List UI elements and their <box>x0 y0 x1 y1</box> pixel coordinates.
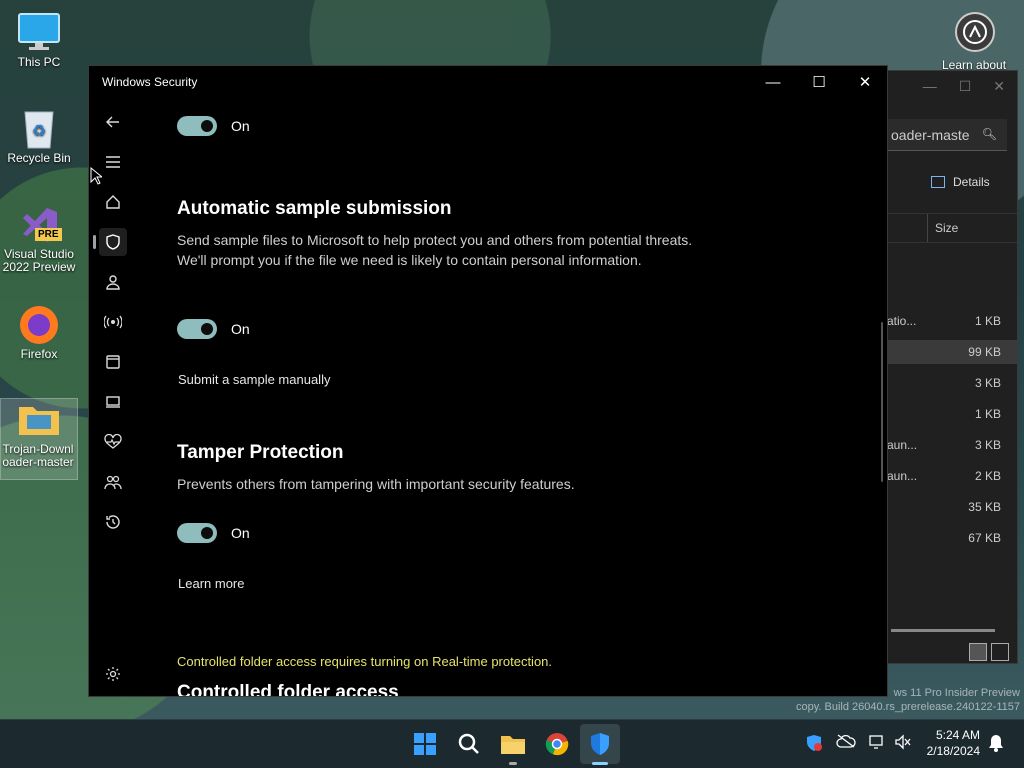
column-size[interactable]: Size <box>935 221 958 235</box>
desktop-icon-label: Recycle Bin <box>7 151 71 165</box>
column-header: Size <box>885 213 1017 243</box>
desktop-icon-recycle-bin[interactable]: ♻ Recycle Bin <box>1 108 77 165</box>
volume-muted-icon[interactable] <box>894 734 912 753</box>
desktop-icon-trojan-folder[interactable]: Trojan-Downloader-master <box>0 398 78 480</box>
maximize-button[interactable]: ☐ <box>796 66 842 98</box>
account-icon[interactable] <box>955 12 995 52</box>
details-label: Details <box>953 175 990 189</box>
settings-content: On Automatic sample submission Send samp… <box>177 98 857 696</box>
section-description: Prevents others from tampering with impo… <box>177 476 575 492</box>
family-options-icon[interactable] <box>99 468 127 496</box>
details-view-icon[interactable] <box>969 643 987 661</box>
file-row[interactable]: aun... 3 KB <box>885 433 1017 457</box>
file-row[interactable]: 1 KB <box>885 402 1017 426</box>
system-clock[interactable]: 5:24 AM 2/18/2024 <box>927 727 980 759</box>
mouse-cursor-icon <box>90 166 104 190</box>
desktop-icon-label: Visual Studio 2022 Preview <box>2 247 76 274</box>
window-title: Windows Security <box>102 75 198 89</box>
vertical-scrollbar[interactable] <box>881 322 883 482</box>
horizontal-scrollbar[interactable] <box>891 629 995 632</box>
svg-text:♻: ♻ <box>32 123 46 140</box>
home-icon[interactable] <box>99 188 127 216</box>
section-heading-auto-sample: Automatic sample submission <box>177 198 452 219</box>
details-pane-icon <box>931 176 945 188</box>
maximize-icon[interactable]: ☐ <box>959 78 972 95</box>
close-button[interactable]: ✕ <box>842 66 887 98</box>
windows-security-window[interactable]: Windows Security — ☐ ✕ On Automatic samp… <box>88 65 888 697</box>
hamburger-menu-icon[interactable] <box>99 148 127 176</box>
desktop-icon-label: Firefox <box>20 347 58 361</box>
windows-security-taskbar-icon[interactable] <box>580 724 620 764</box>
protection-history-icon[interactable] <box>99 508 127 536</box>
auto-sample-toggle[interactable] <box>177 319 217 339</box>
watermark-line: copy. Build 26040.rs_prerelease.240122-1… <box>795 701 1020 713</box>
section-heading-tamper: Tamper Protection <box>177 442 344 463</box>
desktop-icon-label: This PC <box>17 55 61 69</box>
device-performance-icon[interactable] <box>99 428 127 456</box>
network-icon[interactable] <box>868 734 886 753</box>
close-icon[interactable]: ✕ <box>993 78 1005 95</box>
view-toggle <box>969 643 1009 661</box>
minimize-icon[interactable]: — <box>923 78 937 94</box>
file-explorer-window[interactable]: — ☐ ✕ oader-maste 🔍︎ Details Size atio..… <box>884 70 1018 664</box>
file-row[interactable]: 35 KB <box>885 495 1017 519</box>
folder-icon <box>17 399 61 439</box>
learn-more-link[interactable]: Learn more <box>178 576 244 591</box>
file-row[interactable]: aun... 2 KB <box>885 464 1017 488</box>
network-icon[interactable] <box>99 308 127 336</box>
details-button[interactable]: Details <box>931 175 990 189</box>
shield-icon[interactable] <box>93 228 127 256</box>
file-row[interactable]: atio... 1 KB <box>885 309 1017 333</box>
file-row[interactable]: 67 KB <box>885 526 1017 550</box>
explorer-search-input[interactable]: oader-maste 🔍︎ <box>885 119 1007 151</box>
search-text: oader-maste <box>891 126 970 143</box>
defender-tray-icon[interactable] <box>805 734 823 755</box>
toggle-state: On <box>231 321 250 337</box>
settings-gear-icon[interactable] <box>99 660 127 688</box>
cloud-protection-toggle[interactable] <box>177 116 217 136</box>
visual-studio-icon: PRE <box>17 204 62 244</box>
section-description: Send sample files to Microsoft to help p… <box>177 232 693 268</box>
account-protection-icon[interactable] <box>99 268 127 296</box>
explorer-titlebar: — ☐ ✕ <box>885 71 1017 101</box>
desktop-icon-this-pc[interactable]: This PC <box>1 12 77 69</box>
clock-date: 2/18/2024 <box>926 744 980 758</box>
desktop-icon-firefox[interactable]: Firefox <box>1 304 77 361</box>
toggle-state: On <box>231 525 250 541</box>
tamper-protection-toggle[interactable] <box>177 523 217 543</box>
security-running-indicator <box>592 762 608 765</box>
file-explorer-icon[interactable] <box>498 729 528 759</box>
device-security-icon[interactable] <box>99 388 127 416</box>
file-row[interactable]: 99 KB <box>885 340 1017 364</box>
cfa-warning: Controlled folder access requires turnin… <box>177 654 553 669</box>
back-icon[interactable] <box>99 108 127 136</box>
search-icon[interactable] <box>454 729 484 759</box>
desktop-icon-label: Trojan-Downloader-master <box>2 442 74 469</box>
toggle-row-tamper: On <box>177 523 250 543</box>
search-icon[interactable]: 🔍︎ <box>982 127 997 141</box>
clock-time: 5:24 AM <box>935 728 980 742</box>
firefox-icon <box>17 304 61 344</box>
minimize-button[interactable]: — <box>750 66 796 98</box>
section-heading-cfa: Controlled folder access <box>177 682 399 697</box>
toggle-state: On <box>231 118 250 134</box>
explorer-running-indicator <box>509 762 517 765</box>
file-row[interactable]: 3 KB <box>885 371 1017 395</box>
toggle-row-cloud: On <box>177 116 250 136</box>
pre-badge: PRE <box>35 228 62 241</box>
monitor-icon <box>17 12 61 52</box>
recycle-bin-icon: ♻ <box>17 108 61 149</box>
start-button[interactable] <box>410 729 440 759</box>
app-browser-control-icon[interactable] <box>99 348 127 376</box>
taskbar: 5:24 AM 2/18/2024 <box>0 719 1024 768</box>
toggle-row-auto-sample: On <box>177 319 250 339</box>
onedrive-icon[interactable] <box>836 734 856 751</box>
chrome-icon[interactable] <box>542 729 572 759</box>
desktop-icon-visual-studio[interactable]: PRE Visual Studio 2022 Preview <box>1 204 77 274</box>
submit-sample-link[interactable]: Submit a sample manually <box>178 372 330 387</box>
tiles-view-icon[interactable] <box>991 643 1009 661</box>
notification-bell-icon[interactable] <box>988 734 1004 755</box>
